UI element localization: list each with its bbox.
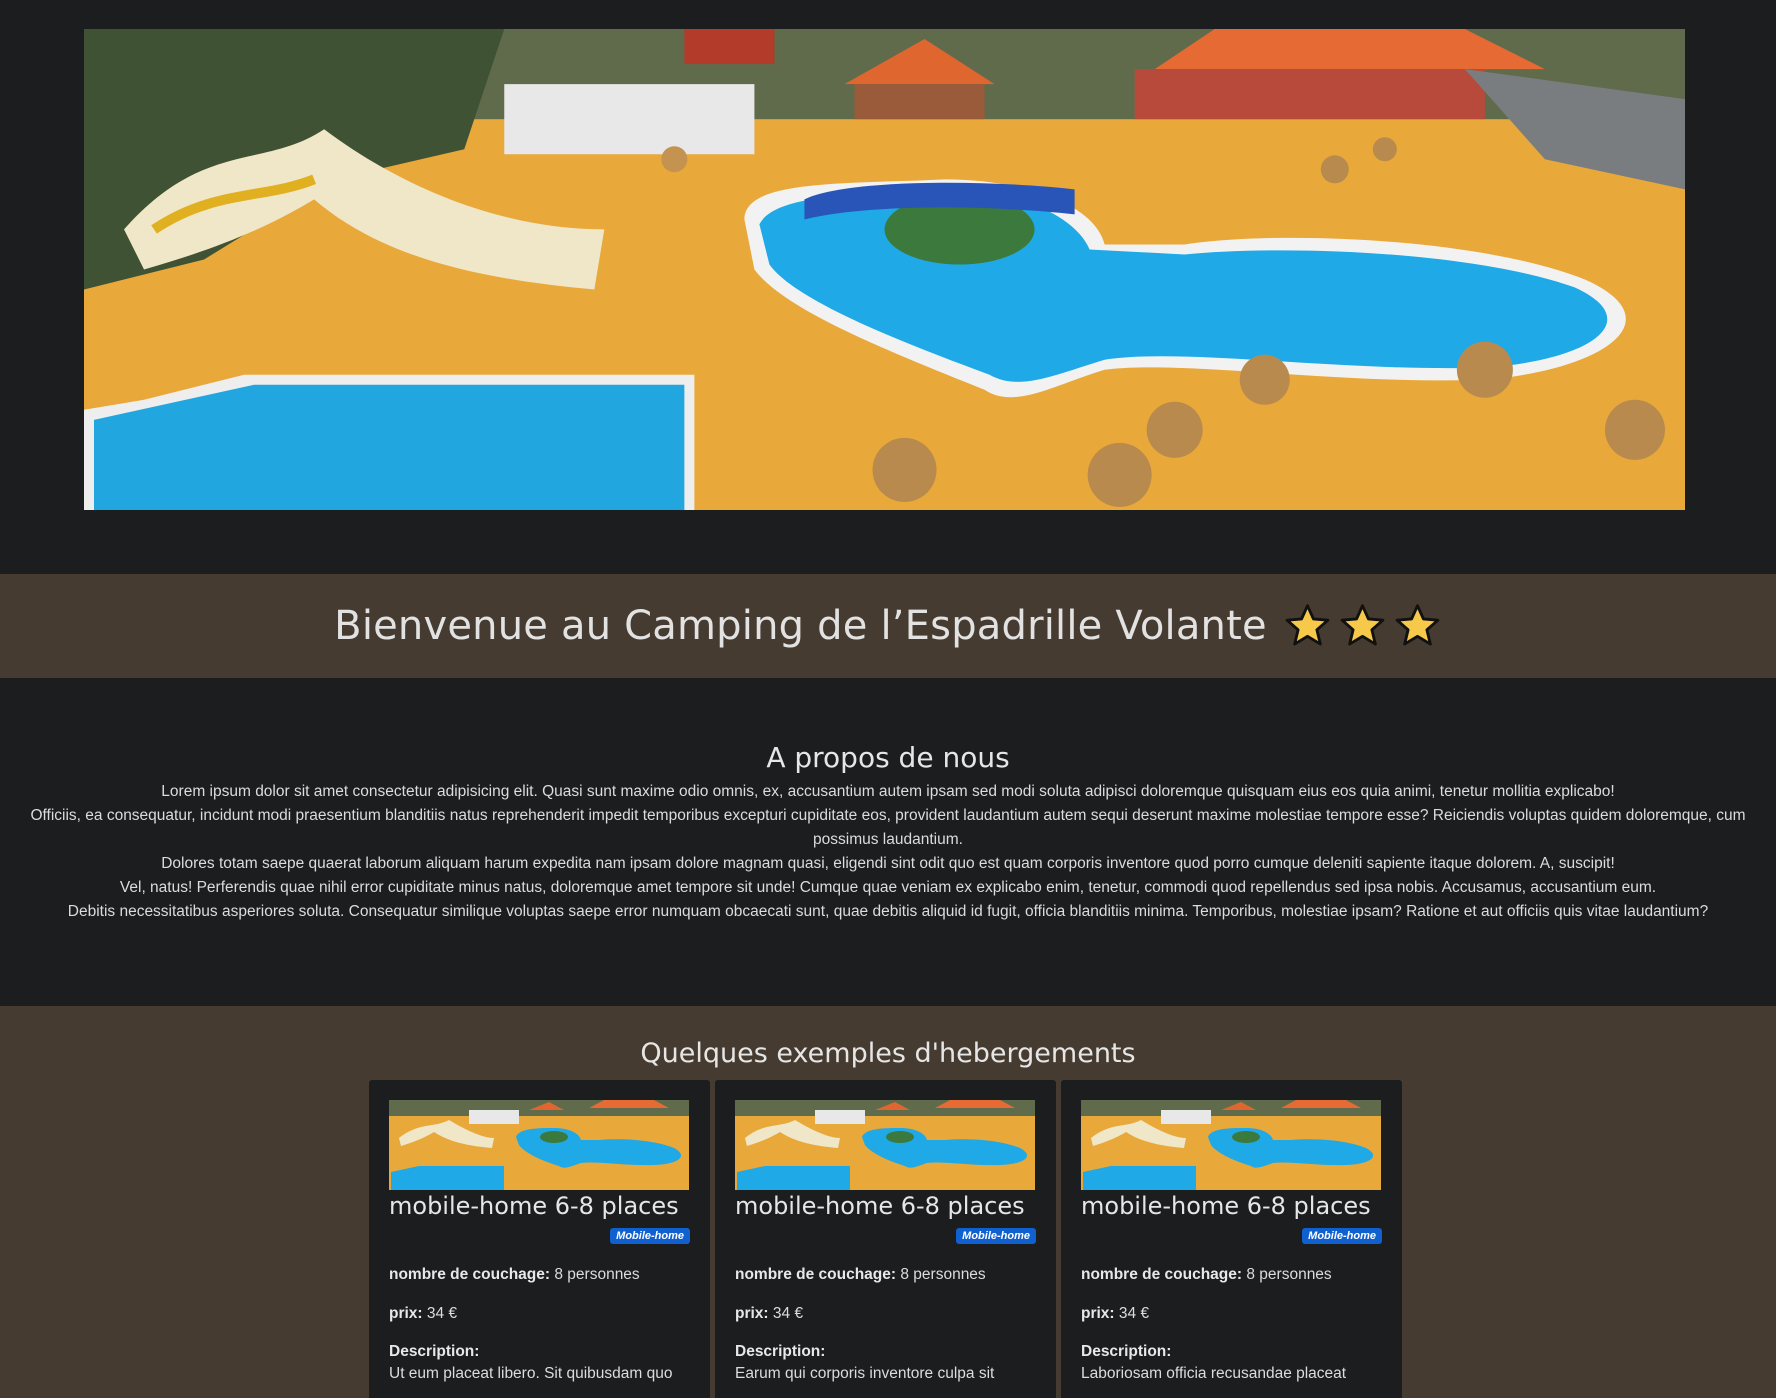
about-line: Lorem ipsum dolor sit amet consectetur a… <box>161 783 1615 800</box>
pool-thumbnail <box>735 1100 1035 1190</box>
about-title: A propos de nous <box>766 741 1010 774</box>
type-badge: Mobile-home <box>610 1228 690 1244</box>
card-title: mobile-home 6-8 places <box>1081 1192 1371 1220</box>
card-image <box>735 1100 1035 1190</box>
examples-title: Quelques exemples d'hebergements <box>640 1038 1136 1069</box>
type-badge: Mobile-home <box>1302 1228 1382 1244</box>
price-label: prix: <box>1081 1305 1115 1322</box>
beds-value: 8 personnes <box>1242 1266 1332 1283</box>
beds-field: nombre de couchage: 8 personnes <box>1081 1266 1382 1284</box>
star-icon <box>1340 603 1385 645</box>
card-title: mobile-home 6-8 places <box>735 1192 1025 1220</box>
accommodation-card[interactable]: mobile-home 6-8 places Mobile-home nombr… <box>369 1080 710 1398</box>
price-label: prix: <box>735 1305 769 1322</box>
welcome-heading: Bienvenue au Camping de l’Espadrille Vol… <box>334 602 1442 651</box>
beds-value: 8 personnes <box>896 1266 986 1283</box>
welcome-title: Bienvenue au Camping de l’Espadrille Vol… <box>334 603 1267 649</box>
price-field: prix: 34 € <box>1081 1305 1382 1323</box>
beds-value: 8 personnes <box>550 1266 640 1283</box>
description-text: Laboriosam officia recusandae placeat <box>1081 1365 1347 1382</box>
card-list: mobile-home 6-8 places Mobile-home nombr… <box>369 1080 1402 1398</box>
about-line: Debitis necessitatibus asperiores soluta… <box>67 903 1709 920</box>
about-line: Vel, natus! Perferendis quae nihil error… <box>119 879 1657 896</box>
beds-label: nombre de couchage: <box>1081 1266 1243 1283</box>
pool-photo <box>84 29 1685 510</box>
accommodation-card[interactable]: mobile-home 6-8 places Mobile-home nombr… <box>1061 1080 1402 1398</box>
about-line: Dolores totam saepe quaerat laborum aliq… <box>161 855 1615 872</box>
price-value: 34 € <box>1114 1305 1150 1322</box>
card-image <box>389 1100 689 1190</box>
examples-section: Quelques exemples d'hebergements mobile-… <box>0 1006 1776 1398</box>
price-value: 34 € <box>768 1305 804 1322</box>
description-label: Description: <box>1081 1343 1172 1360</box>
price-field: prix: 34 € <box>735 1305 1036 1323</box>
description-label: Description: <box>735 1343 826 1360</box>
hero-image <box>84 29 1685 510</box>
card-title: mobile-home 6-8 places <box>389 1192 679 1220</box>
accommodation-card[interactable]: mobile-home 6-8 places Mobile-home nombr… <box>715 1080 1056 1398</box>
beds-field: nombre de couchage: 8 personnes <box>389 1266 690 1284</box>
star-icon <box>1395 603 1440 645</box>
card-image <box>1081 1100 1381 1190</box>
welcome-banner: Bienvenue au Camping de l’Espadrille Vol… <box>0 574 1776 678</box>
pool-thumbnail <box>1081 1100 1381 1190</box>
about-line: Officiis, ea consequatur, incidunt modi … <box>30 807 1746 848</box>
description-text: Ut eum placeat libero. Sit quibusdam quo <box>389 1365 673 1382</box>
description-label: Description: <box>389 1343 480 1360</box>
price-value: 34 € <box>422 1305 458 1322</box>
description-text: Earum qui corporis inventore culpa sit <box>735 1365 995 1382</box>
pool-thumbnail <box>389 1100 689 1190</box>
type-badge: Mobile-home <box>956 1228 1036 1244</box>
hero-section <box>0 0 1776 574</box>
star-icon <box>1285 603 1330 645</box>
beds-label: nombre de couchage: <box>389 1266 551 1283</box>
beds-label: nombre de couchage: <box>735 1266 897 1283</box>
price-field: prix: 34 € <box>389 1305 690 1323</box>
rating-stars <box>1283 602 1442 651</box>
about-section: A propos de nous Lorem ipsum dolor sit a… <box>0 678 1776 1006</box>
price-label: prix: <box>389 1305 423 1322</box>
beds-field: nombre de couchage: 8 personnes <box>735 1266 1036 1284</box>
